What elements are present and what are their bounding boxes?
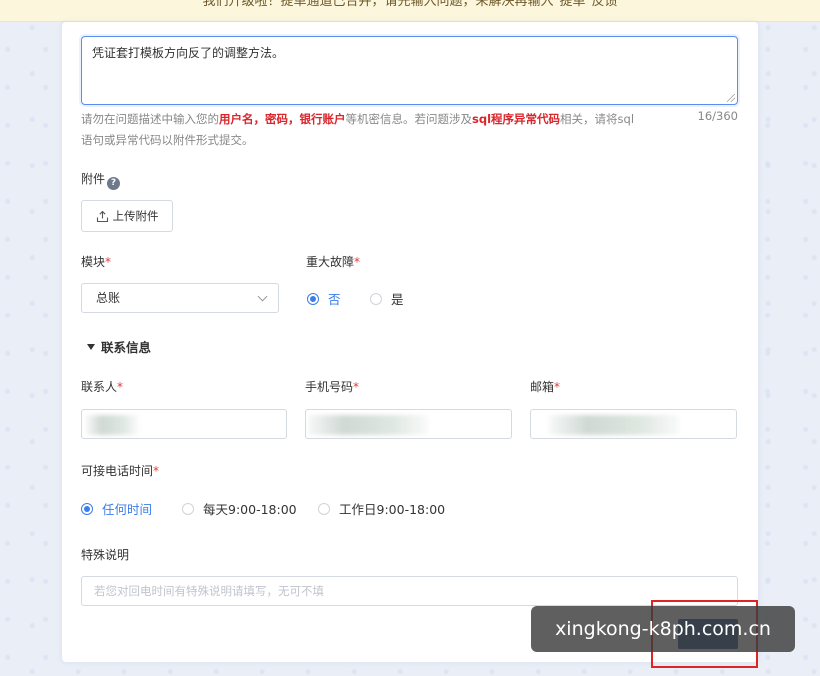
radio-label: 否 [328, 292, 341, 307]
phone-input[interactable] [305, 409, 512, 439]
email-input[interactable] [530, 409, 737, 439]
call-time-label-text: 可接电话时间 [81, 464, 154, 478]
watermark-overlay: xingkong-k8ph.com.cn [531, 606, 795, 652]
hint-warning: sql程序异常代码 [472, 112, 561, 126]
call-time-label: 可接电话时间* [81, 462, 159, 479]
redacted-value [86, 415, 138, 435]
required-marker: * [153, 464, 160, 478]
contact-person-label-text: 联系人 [81, 380, 118, 394]
major-fault-no-radio[interactable]: 否 [307, 289, 341, 308]
required-marker: * [117, 380, 124, 394]
hint-warning: 用户名，密码，银行账户 [219, 112, 346, 126]
radio-unchecked-icon [318, 502, 330, 515]
call-time-daily-radio[interactable]: 每天9:00-18:00 [182, 499, 297, 518]
hint-text: 请勿在问题描述中输入您的 [81, 112, 219, 126]
notice-banner: 我们升级啦！提单通道已合并，请先输入问题，未解决再输入"提单"反馈 [0, 0, 820, 22]
redacted-value [549, 415, 679, 435]
contact-person-label: 联系人* [81, 378, 123, 395]
radio-label: 任何时间 [102, 502, 153, 517]
radio-checked-icon [307, 292, 319, 305]
chevron-down-icon [257, 291, 268, 302]
attachment-label: 附件? [81, 170, 121, 190]
phone-label: 手机号码* [305, 378, 359, 395]
radio-label: 每天9:00-18:00 [203, 502, 297, 517]
call-time-workday-radio[interactable]: 工作日9:00-18:00 [318, 499, 445, 518]
resize-handle-icon[interactable] [727, 94, 735, 102]
upload-attachment-button[interactable]: 上传附件 [81, 200, 173, 232]
radio-unchecked-icon [182, 502, 194, 515]
email-label: 邮箱* [530, 378, 560, 395]
contact-section-title: 联系信息 [101, 340, 152, 355]
radio-label: 工作日9:00-18:00 [339, 502, 446, 517]
required-marker: * [353, 380, 360, 394]
redacted-value [308, 415, 428, 435]
module-label-text: 模块 [81, 255, 106, 269]
required-marker: * [354, 255, 361, 269]
special-note-label: 特殊说明 [81, 548, 130, 562]
special-note-input[interactable]: 若您对回电时间有特殊说明请填写，无可不填 [81, 576, 738, 606]
contact-section-toggle[interactable]: 联系信息 [87, 337, 151, 356]
problem-description-value: 凭证套打模板方向反了的调整方法。 [92, 46, 285, 60]
problem-description-textarea[interactable]: 凭证套打模板方向反了的调整方法。 [81, 36, 738, 105]
module-select[interactable]: 总账 [81, 283, 279, 313]
notice-banner-text: 我们升级啦！提单通道已合并，请先输入问题，未解决再输入"提单"反馈 [202, 0, 618, 9]
module-label: 模块* [81, 253, 111, 270]
radio-label: 是 [391, 292, 404, 307]
upload-button-label: 上传附件 [112, 209, 159, 223]
contact-person-input[interactable] [81, 409, 287, 439]
call-time-any-radio[interactable]: 任何时间 [81, 499, 152, 518]
major-fault-yes-radio[interactable]: 是 [370, 289, 404, 308]
module-select-value: 总账 [96, 291, 121, 305]
help-icon[interactable]: ? [107, 177, 121, 190]
major-fault-label: 重大故障* [306, 253, 360, 270]
char-counter: 16/360 [697, 109, 738, 123]
radio-unchecked-icon [370, 292, 382, 305]
description-hint: 请勿在问题描述中输入您的用户名，密码，银行账户等机密信息。若问题涉及sql程序异… [81, 109, 641, 151]
attachment-label-text: 附件 [81, 172, 106, 186]
upload-icon [96, 210, 108, 222]
required-marker: * [554, 380, 561, 394]
radio-checked-icon [81, 502, 93, 515]
required-marker: * [105, 255, 112, 269]
caret-down-icon [87, 343, 95, 350]
email-label-text: 邮箱 [530, 380, 555, 394]
phone-label-text: 手机号码 [305, 380, 354, 394]
hint-text: 等机密信息。若问题涉及 [345, 112, 473, 126]
major-fault-label-text: 重大故障 [306, 255, 355, 269]
